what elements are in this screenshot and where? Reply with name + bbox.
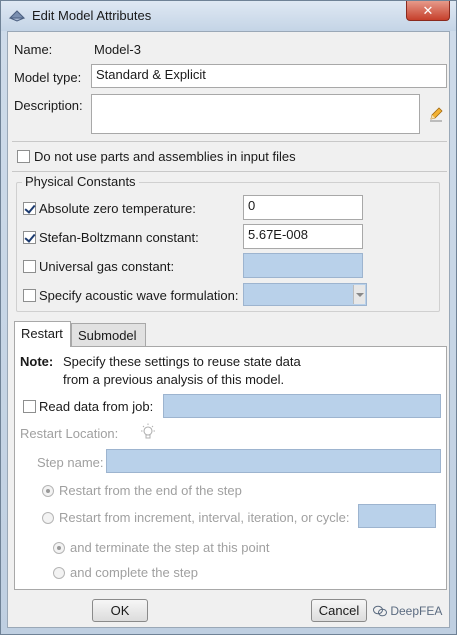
restart-location-label: Restart Location: bbox=[20, 426, 119, 441]
dialog-body: Name: Model-3 Model type: Standard & Exp… bbox=[7, 31, 450, 628]
close-button[interactable]: ✕ bbox=[406, 1, 450, 21]
title-bar[interactable]: Edit Model Attributes ✕ bbox=[1, 1, 456, 31]
restart-increment-label: Restart from increment, interval, iterat… bbox=[59, 510, 350, 525]
ok-button[interactable]: OK bbox=[92, 599, 148, 622]
read-data-label: Read data from job: bbox=[39, 399, 154, 414]
cancel-button[interactable]: Cancel bbox=[311, 599, 367, 622]
watermark: DeepFEA bbox=[373, 604, 442, 618]
no-parts-checkbox[interactable] bbox=[17, 150, 30, 163]
restart-end-label: Restart from the end of the step bbox=[59, 483, 242, 498]
acoustic-wave-checkbox[interactable] bbox=[23, 289, 36, 302]
stefan-boltzmann-label: Stefan-Boltzmann constant: bbox=[39, 230, 199, 245]
step-name-label: Step name: bbox=[37, 455, 104, 470]
increment-field[interactable] bbox=[358, 504, 436, 528]
model-type-label: Model type: bbox=[14, 70, 82, 85]
gas-constant-field[interactable] bbox=[243, 253, 363, 278]
watermark-text: DeepFEA bbox=[390, 604, 443, 618]
close-icon: ✕ bbox=[422, 3, 434, 18]
lightbulb-icon[interactable] bbox=[140, 423, 156, 441]
restart-end-radio[interactable] bbox=[42, 485, 54, 497]
terminate-step-label: and terminate the step at this point bbox=[70, 540, 270, 555]
stefan-boltzmann-field[interactable]: 5.67E-008 bbox=[243, 224, 363, 249]
tab-restart-label: Restart bbox=[21, 326, 63, 341]
absolute-zero-label: Absolute zero temperature: bbox=[39, 201, 196, 216]
tab-submodel-label: Submodel bbox=[78, 328, 137, 343]
description-label: Description: bbox=[14, 98, 83, 113]
stefan-boltzmann-checkbox[interactable] bbox=[23, 231, 36, 244]
complete-step-radio[interactable] bbox=[53, 567, 65, 579]
model-type-field[interactable]: Standard & Explicit bbox=[91, 64, 447, 88]
tab-submodel[interactable]: Submodel bbox=[71, 323, 146, 346]
description-field[interactable] bbox=[91, 94, 420, 134]
abaqus-app-icon bbox=[8, 10, 26, 22]
absolute-zero-checkbox[interactable] bbox=[23, 202, 36, 215]
note-bold: Note: bbox=[20, 354, 54, 369]
absolute-zero-field[interactable]: 0 bbox=[243, 195, 363, 220]
stefan-boltzmann-value: 5.67E-008 bbox=[248, 227, 308, 242]
absolute-zero-value: 0 bbox=[248, 198, 256, 213]
note-line1: Specify these settings to reuse state da… bbox=[63, 354, 301, 369]
window-title: Edit Model Attributes bbox=[32, 8, 152, 23]
restart-increment-radio[interactable] bbox=[42, 512, 54, 524]
read-data-checkbox[interactable] bbox=[23, 400, 36, 413]
chat-bubble-icon bbox=[373, 605, 387, 617]
gas-constant-checkbox[interactable] bbox=[23, 260, 36, 273]
step-name-field[interactable] bbox=[106, 449, 441, 473]
complete-step-label: and complete the step bbox=[70, 565, 198, 580]
restart-tab-panel: Note: Specify these settings to reuse st… bbox=[14, 346, 447, 590]
edit-model-attributes-window: Edit Model Attributes ✕ Name: Model-3 Mo… bbox=[0, 0, 457, 635]
read-data-field[interactable] bbox=[163, 394, 441, 418]
gas-constant-label: Universal gas constant: bbox=[39, 259, 175, 274]
name-label: Name: bbox=[14, 42, 53, 57]
acoustic-wave-dropdown[interactable] bbox=[243, 283, 367, 306]
model-type-value: Standard & Explicit bbox=[96, 67, 206, 82]
acoustic-wave-label: Specify acoustic wave formulation: bbox=[39, 288, 239, 303]
separator bbox=[12, 141, 447, 142]
name-value: Model-3 bbox=[94, 42, 141, 57]
terminate-step-radio[interactable] bbox=[53, 542, 65, 554]
edit-pencil-icon[interactable] bbox=[428, 106, 444, 122]
tab-restart[interactable]: Restart bbox=[14, 321, 71, 347]
chevron-down-icon[interactable] bbox=[353, 285, 365, 304]
note-line2: from a previous analysis of this model. bbox=[63, 372, 285, 387]
no-parts-label: Do not use parts and assemblies in input… bbox=[34, 149, 296, 164]
physical-constants-title: Physical Constants bbox=[22, 174, 139, 189]
separator bbox=[12, 171, 447, 172]
